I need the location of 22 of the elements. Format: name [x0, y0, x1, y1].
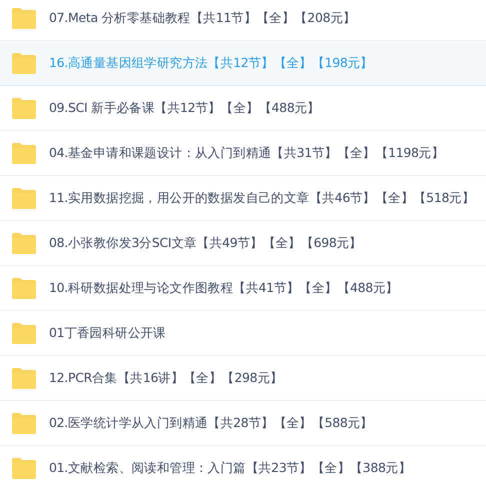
folder-name: 11.实用数据挖掘，用公开的数据发自己的文章【共46节】【全】【518元】 — [49, 190, 475, 206]
folder-icon — [11, 368, 37, 388]
folder-icon — [11, 98, 37, 118]
folder-name: 07.Meta 分析零基础教程【共11节】【全】【208元】 — [49, 10, 356, 26]
folder-icon — [11, 142, 37, 164]
folder-name: 02.医学统计学从入门到精通【共28节】【全】【588元】 — [49, 414, 373, 432]
folder-icon — [11, 52, 37, 74]
folder-icon — [11, 188, 37, 208]
folder-name: 04.基金申请和课题设计：从入门到精通【共31节】【全】【1198元】 — [49, 144, 444, 162]
folder-icon — [11, 412, 37, 434]
folder-name: 12.PCR合集【共16讲】【全】【298元】 — [49, 370, 283, 386]
folder-name: 09.SCI 新手必备课【共12节】【全】【488元】 — [49, 100, 320, 116]
folder-name: 01.文献检索、阅读和管理：入门篇【共23节】【全】【388元】 — [49, 460, 412, 476]
folder-icon — [11, 8, 37, 28]
folder-name: 16.高通量基因组学研究方法【共12节】【全】【198元】 — [49, 54, 373, 72]
folder-icon — [11, 232, 37, 254]
folder-icon — [11, 458, 37, 478]
folder-icon — [11, 278, 37, 298]
folder-name: 01丁香园科研公开课 — [49, 324, 166, 342]
folder-name: 10.科研数据处理与论文作图教程【共41节】【全】【488元】 — [49, 280, 398, 296]
folder-icon — [11, 322, 37, 344]
folder-name: 08.小张教你发3分SCI文章【共49节】【全】【698元】 — [49, 234, 362, 252]
